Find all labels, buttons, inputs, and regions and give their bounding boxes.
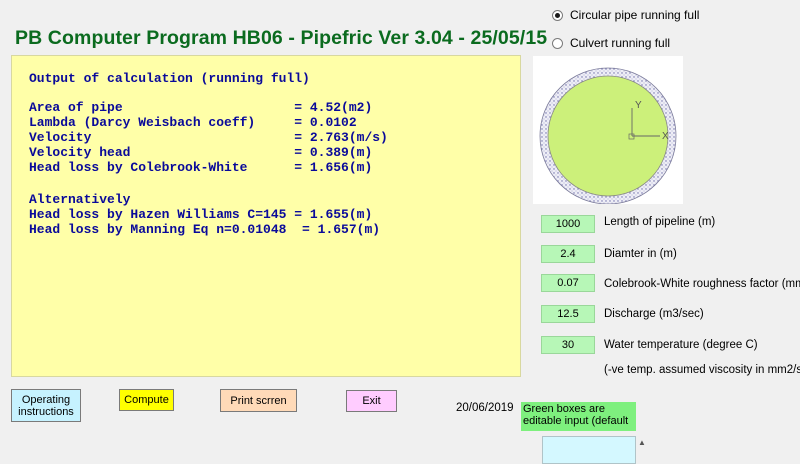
culvert-label: Culvert running full bbox=[570, 36, 671, 50]
y-axis-label: Y bbox=[635, 100, 642, 111]
pipe-diagram: Y X bbox=[533, 56, 683, 205]
scroll-up-icon[interactable]: ▲ bbox=[638, 438, 648, 448]
length-input[interactable]: 1000 bbox=[541, 215, 595, 233]
viscosity-note: (-ve temp. assumed viscosity in mm2/s) bbox=[604, 364, 800, 376]
temperature-label: Water temperature (degree C) bbox=[604, 339, 758, 351]
temperature-input[interactable]: 30 bbox=[541, 336, 595, 354]
program-title: PB Computer Program HB06 - Pipefric Ver … bbox=[15, 27, 548, 49]
circular-pipe-label: Circular pipe running full bbox=[570, 8, 700, 22]
length-label: Length of pipeline (m) bbox=[604, 216, 716, 228]
operating-instructions-button[interactable]: Operating instructions bbox=[11, 389, 81, 422]
circular-pipe-option[interactable]: Circular pipe running full bbox=[552, 8, 699, 22]
output-line-colebrook: Head loss by Colebrook-White = 1.656(m) bbox=[29, 160, 373, 175]
discharge-label: Discharge (m3/sec) bbox=[604, 308, 704, 320]
output-line-velocity-head: Velocity head = 0.389(m) bbox=[29, 145, 373, 160]
discharge-input[interactable]: 12.5 bbox=[541, 305, 595, 323]
output-alt-heading: Alternatively bbox=[29, 192, 131, 207]
output-panel: Output of calculation (running full) Are… bbox=[11, 55, 521, 377]
output-line-velocity: Velocity = 2.763(m/s) bbox=[29, 130, 388, 145]
info-textbox[interactable] bbox=[542, 436, 636, 464]
pipe-cross-section-icon: Y X bbox=[539, 67, 677, 205]
print-screen-button[interactable]: Print scrren bbox=[220, 389, 297, 412]
culvert-option[interactable]: Culvert running full bbox=[552, 36, 670, 50]
diameter-input[interactable]: 2.4 bbox=[541, 245, 595, 263]
output-heading: Output of calculation (running full) bbox=[29, 71, 310, 86]
radio-unselected-icon[interactable] bbox=[552, 37, 563, 49]
output-line-manning: Head loss by Manning Eq n=0.01048 = 1.65… bbox=[29, 222, 381, 237]
x-axis-label: X bbox=[662, 131, 669, 142]
exit-button[interactable]: Exit bbox=[346, 390, 397, 412]
compute-button[interactable]: Compute bbox=[119, 389, 174, 411]
output-line-area: Area of pipe = 4.52(m2) bbox=[29, 100, 373, 115]
roughness-label: Colebrook-White roughness factor (mm) bbox=[604, 278, 800, 290]
current-date: 20/06/2019 bbox=[456, 402, 514, 414]
radio-selected-icon[interactable] bbox=[552, 9, 563, 21]
output-line-lambda: Lambda (Darcy Weisbach coeff) = 0.0102 bbox=[29, 115, 357, 130]
editable-input-note: Green boxes are editable input (default bbox=[521, 402, 636, 431]
output-line-hazen: Head loss by Hazen Williams C=145 = 1.65… bbox=[29, 207, 373, 222]
roughness-input[interactable]: 0.07 bbox=[541, 274, 595, 292]
diameter-label: Diamter in (m) bbox=[604, 248, 677, 260]
